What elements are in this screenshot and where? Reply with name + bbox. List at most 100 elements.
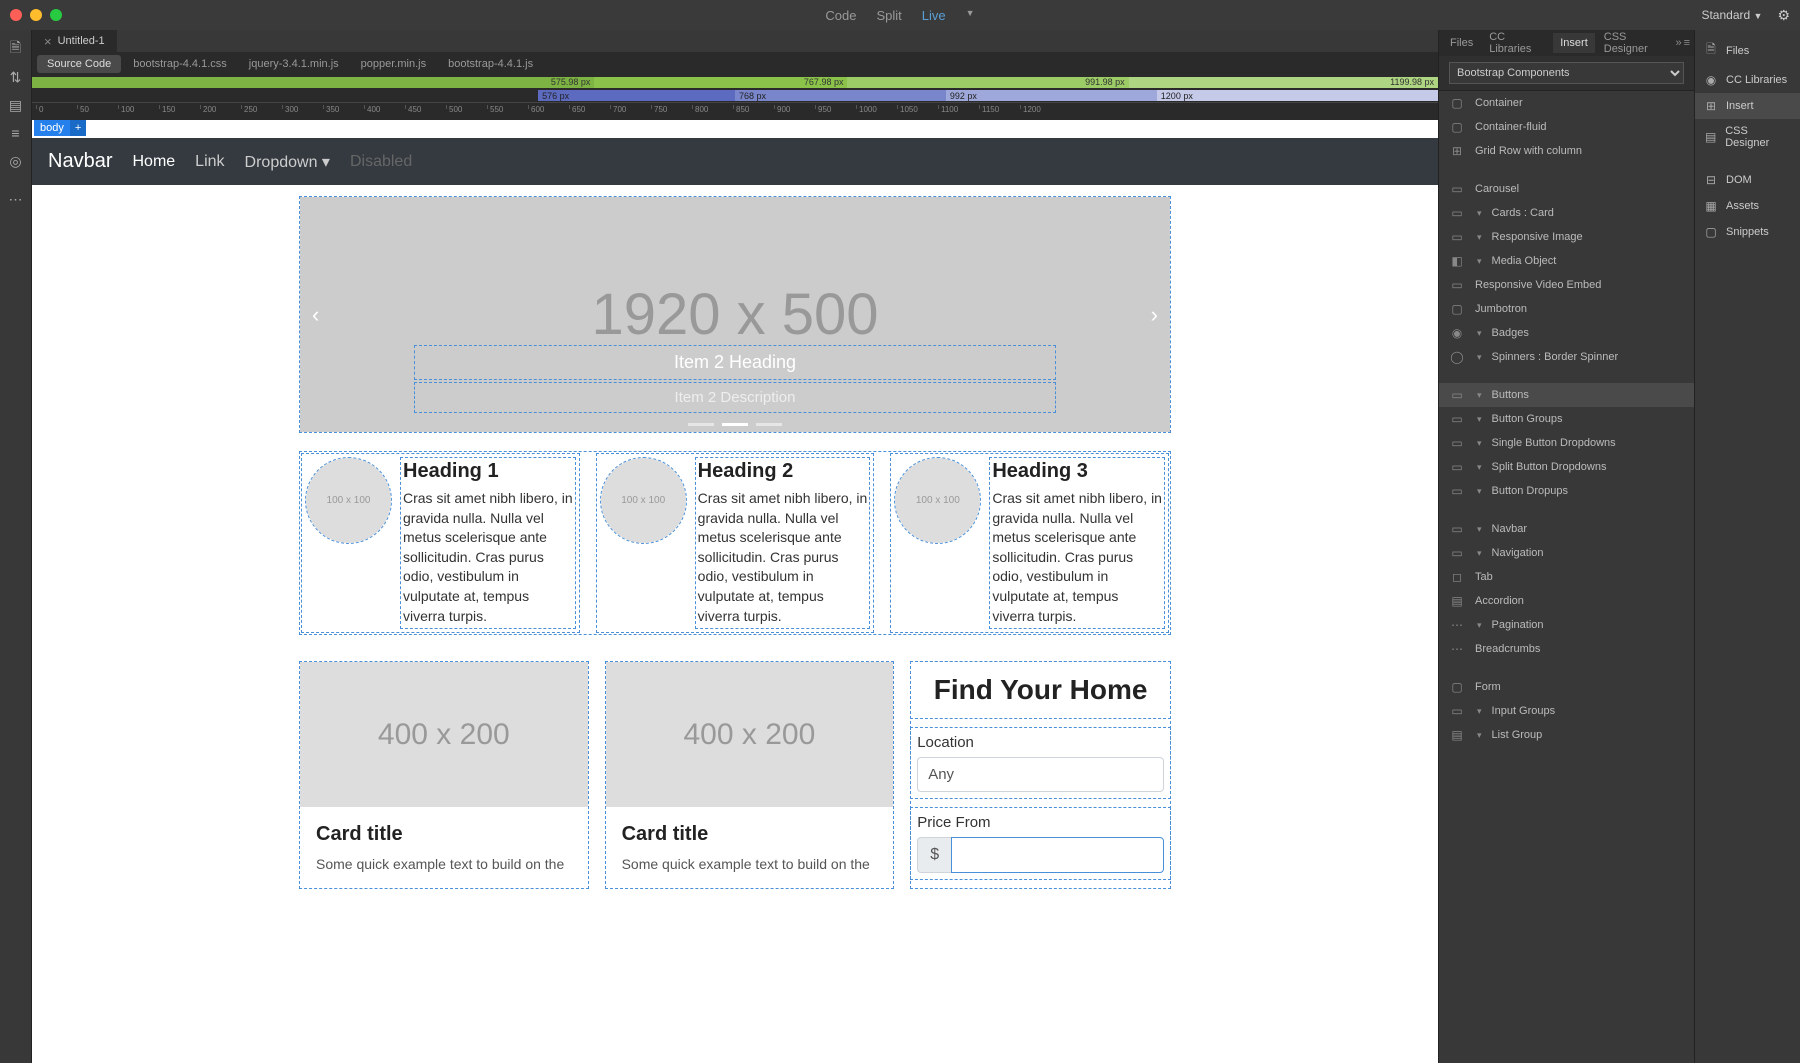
insert-component-item[interactable]: ▤▾List Group (1439, 723, 1694, 747)
target-icon[interactable]: ◎ (0, 147, 31, 175)
component-icon: ▭ (1449, 278, 1465, 292)
carousel-indicators[interactable] (688, 423, 782, 426)
panel-menu-icon[interactable]: ≡ (1684, 37, 1690, 49)
view-mode-switcher: Code Split Live ▼ (825, 8, 974, 23)
location-input[interactable] (917, 757, 1164, 792)
add-element-icon[interactable]: + (70, 120, 86, 136)
carousel-next-icon[interactable]: › (1151, 302, 1158, 328)
insert-component-item[interactable]: ◉▾Badges (1439, 321, 1694, 345)
insert-component-item[interactable]: ▭▾Split Button Dropdowns (1439, 455, 1694, 479)
element-tag-chip[interactable]: body + (34, 120, 86, 136)
insert-component-item[interactable]: ▭▾Navbar (1439, 517, 1694, 541)
canvas[interactable]: body + Navbar Home Link Dropdown ▾ Disab… (32, 120, 1438, 1063)
titlebar: Code Split Live ▼ Standard ▼ ⚙ (0, 0, 1800, 30)
rail-item-cc-libraries[interactable]: ◉CC Libraries (1695, 67, 1800, 93)
component-icon: ▢ (1449, 680, 1465, 694)
card[interactable]: 400 x 200 Card title Some quick example … (606, 662, 894, 888)
rail-item-files[interactable]: 🗎Files (1695, 34, 1800, 67)
panel-tab-cssdesigner[interactable]: CSS Designer (1597, 30, 1674, 59)
source-tab[interactable]: bootstrap-4.4.1.css (123, 55, 237, 73)
gear-icon[interactable]: ⚙ (1777, 7, 1790, 24)
insert-component-item[interactable]: ▤Accordion (1439, 589, 1694, 613)
chevron-down-icon[interactable]: ▼ (966, 8, 975, 23)
insert-component-item[interactable]: ▭▾Single Button Dropdowns (1439, 431, 1694, 455)
carousel[interactable]: ‹ 1920 x 500 Item 2 Heading Item 2 Descr… (300, 197, 1170, 432)
breakpoint-segment[interactable]: 991.98 px (847, 77, 1128, 88)
component-category-select[interactable]: Bootstrap Components (1449, 62, 1684, 84)
form-card[interactable]: Find Your Home Location Price From $ (911, 662, 1170, 888)
component-icon: ▭ (1449, 484, 1465, 498)
price-input[interactable] (951, 837, 1164, 873)
insert-component-item[interactable]: ◧▾Media Object (1439, 249, 1694, 273)
more-icon[interactable]: ⋯ (0, 185, 31, 213)
rail-item-assets[interactable]: ▦Assets (1695, 193, 1800, 219)
insert-component-item[interactable]: ▭▾Responsive Image (1439, 225, 1694, 249)
nav-link[interactable]: Link (195, 153, 224, 171)
carousel-prev-icon[interactable]: ‹ (312, 302, 319, 328)
card[interactable]: 400 x 200 Card title Some quick example … (300, 662, 588, 888)
nav-link-dropdown[interactable]: Dropdown ▾ (245, 152, 330, 172)
minimize-icon[interactable] (30, 9, 42, 21)
close-tab-icon[interactable]: × (44, 34, 52, 49)
insert-component-item[interactable]: ▭Carousel (1439, 177, 1694, 201)
breakpoint-segment[interactable]: 767.98 px (594, 77, 847, 88)
insert-component-item[interactable]: ▭▾Button Groups (1439, 407, 1694, 431)
insert-component-item[interactable]: ◻Tab (1439, 565, 1694, 589)
insert-component-item[interactable]: ▭▾Cards : Card (1439, 201, 1694, 225)
rail-item-dom[interactable]: ⊟DOM (1695, 167, 1800, 193)
source-tab[interactable]: popper.min.js (351, 55, 436, 73)
view-code[interactable]: Code (825, 8, 856, 23)
media-object[interactable]: 100 x 100Heading 1Cras sit amet nibh lib… (302, 454, 579, 632)
insert-component-item[interactable]: ▭Responsive Video Embed (1439, 273, 1694, 297)
insert-component-item[interactable]: ▭▾Input Groups (1439, 699, 1694, 723)
insert-component-item[interactable]: ▢Container-fluid (1439, 115, 1694, 139)
document-tab[interactable]: × Untitled-1 (32, 30, 117, 52)
insert-component-item[interactable]: ◯▾Spinners : Border Spinner (1439, 345, 1694, 369)
insert-component-item[interactable]: ▭▾Buttons (1439, 383, 1694, 407)
media-row[interactable]: 100 x 100Heading 1Cras sit amet nibh lib… (300, 452, 1170, 634)
workspace-switcher[interactable]: Standard ▼ (1701, 8, 1762, 22)
insert-component-item[interactable]: ▭▾Button Dropups (1439, 479, 1694, 503)
media-heading: Heading 3 (992, 460, 1162, 483)
rail-item-css-designer[interactable]: ▤CSS Designer (1695, 119, 1800, 155)
source-tab[interactable]: bootstrap-4.4.1.js (438, 55, 543, 73)
rail-item-snippets[interactable]: ▢Snippets (1695, 219, 1800, 245)
window-controls (10, 9, 62, 21)
panel-tab-files[interactable]: Files (1443, 33, 1480, 53)
insert-component-item[interactable]: ▢Container (1439, 91, 1694, 115)
breakpoint-segment[interactable]: 575.98 px (32, 77, 594, 88)
media-object[interactable]: 100 x 100Heading 3Cras sit amet nibh lib… (891, 454, 1168, 632)
rail-item-insert[interactable]: ⊞Insert (1695, 93, 1800, 119)
carousel-description[interactable]: Item 2 Description (415, 383, 1055, 412)
panel-tab-cclibraries[interactable]: CC Libraries (1482, 30, 1551, 59)
breakpoint-segment[interactable]: 1199.98 px (1129, 77, 1438, 88)
nav-link-home[interactable]: Home (132, 153, 175, 171)
panel-more-icon[interactable]: » (1675, 37, 1681, 49)
breakpoint-segment[interactable]: 768 px (735, 90, 946, 101)
insert-component-item[interactable]: ⊞Grid Row with column (1439, 139, 1694, 163)
navbar-brand[interactable]: Navbar (48, 150, 112, 173)
carousel-heading[interactable]: Item 2 Heading (415, 346, 1055, 379)
component-icon: ◯ (1449, 350, 1465, 364)
component-icon: ▢ (1449, 120, 1465, 134)
breakpoint-segment[interactable]: 576 px (538, 90, 735, 101)
close-icon[interactable] (10, 9, 22, 21)
insert-component-item[interactable]: ⋯Breadcrumbs (1439, 637, 1694, 661)
insert-component-item[interactable]: ▭▾Navigation (1439, 541, 1694, 565)
list-icon[interactable]: ≡ (0, 119, 31, 147)
view-split[interactable]: Split (877, 8, 902, 23)
maximize-icon[interactable] (50, 9, 62, 21)
source-tab[interactable]: jquery-3.4.1.min.js (239, 55, 349, 73)
view-live[interactable]: Live (922, 8, 946, 23)
breakpoint-segment[interactable]: 992 px (946, 90, 1157, 101)
media-object[interactable]: 100 x 100Heading 2Cras sit amet nibh lib… (597, 454, 874, 632)
panel-tab-insert[interactable]: Insert (1553, 33, 1595, 53)
arrows-icon[interactable]: ⇅ (0, 63, 31, 91)
breakpoint-segment[interactable]: 1200 px (1157, 90, 1438, 101)
file-icon[interactable]: 🗎 (0, 35, 31, 63)
insert-component-item[interactable]: ▢Jumbotron (1439, 297, 1694, 321)
source-tab[interactable]: Source Code (37, 55, 121, 73)
insert-component-item[interactable]: ⋯▾Pagination (1439, 613, 1694, 637)
panel-icon[interactable]: ▤ (0, 91, 31, 119)
insert-component-item[interactable]: ▢Form (1439, 675, 1694, 699)
